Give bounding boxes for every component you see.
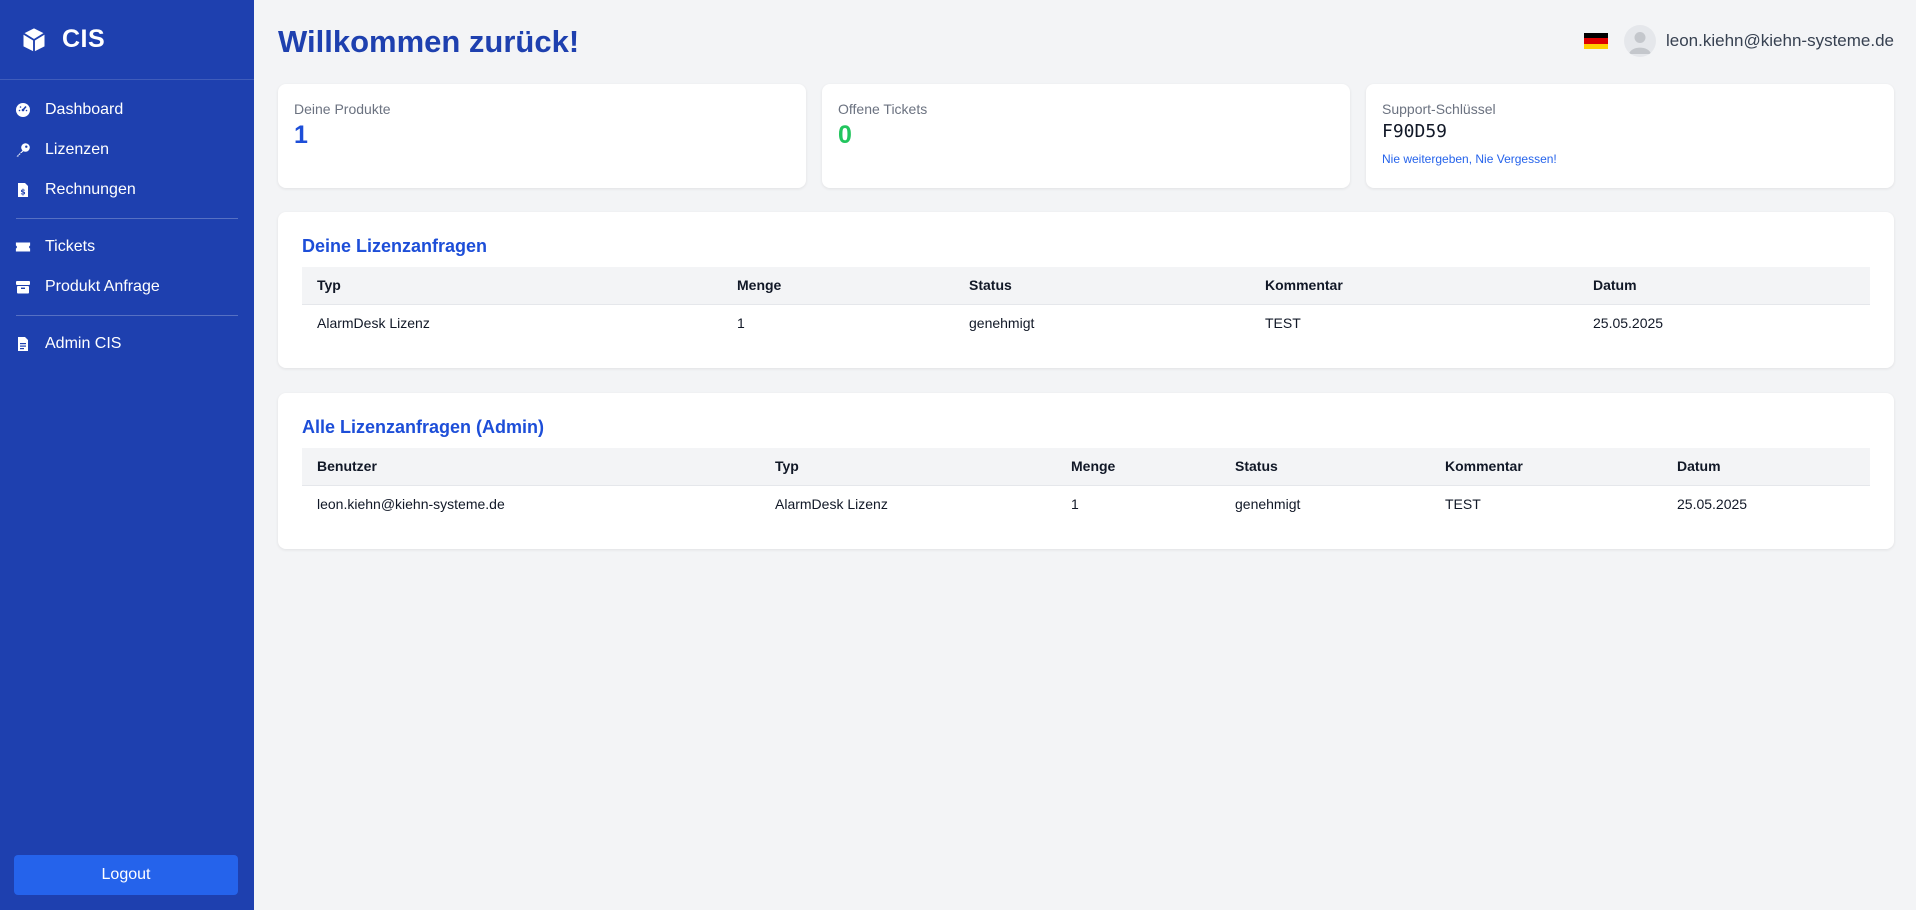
dashboard-gauge-icon — [14, 101, 32, 119]
table-cell: genehmigt — [1220, 484, 1430, 523]
stats-cards: Deine Produkte 1 Offene Tickets 0 Suppor… — [278, 84, 1894, 188]
support-key-note: Nie weitergeben, Nie Vergessen! — [1382, 152, 1557, 166]
stat-label: Deine Produkte — [294, 101, 391, 117]
sidebar-item-dashboard[interactable]: Dashboard — [0, 90, 254, 130]
stat-label: Offene Tickets — [838, 101, 928, 117]
sidebar-nav: Dashboard Lizenzen $ Rechnungen Tickets — [0, 80, 254, 364]
stat-value: 1 — [294, 121, 308, 149]
my-license-requests-panel: Deine Lizenzanfragen Typ Menge Status Ko… — [278, 212, 1894, 368]
column-header: Menge — [737, 277, 782, 294]
table-cell: genehmigt — [954, 303, 1250, 342]
sidebar-item-rechnungen[interactable]: $ Rechnungen — [0, 170, 254, 210]
sidebar-item-admin-cis[interactable]: Admin CIS — [0, 324, 254, 364]
column-header: Status — [969, 277, 1012, 294]
ticket-icon — [14, 238, 32, 256]
sidebar-item-label: Tickets — [45, 238, 96, 255]
panel-title: Alle Lizenzanfragen (Admin) — [302, 417, 545, 437]
box-icon — [14, 278, 32, 296]
sidebar-item-label: Admin CIS — [45, 335, 122, 352]
table-cell: 1 — [722, 303, 954, 342]
stat-card-support-key: Support-Schlüssel F90D59 Nie weitergeben… — [1366, 84, 1894, 188]
table-cell: 1 — [1056, 484, 1220, 523]
table-row: leon.kiehn@kiehn-systeme.de AlarmDesk Li… — [302, 484, 1870, 523]
sidebar-item-label: Lizenzen — [45, 141, 110, 158]
all-license-requests-panel: Alle Lizenzanfragen (Admin) Benutzer Typ… — [278, 393, 1894, 549]
sidebar-item-lizenzen[interactable]: Lizenzen — [0, 130, 254, 170]
stat-value: 0 — [838, 121, 852, 149]
table-cell: 25.05.2025 — [1578, 303, 1870, 342]
user-email[interactable]: leon.kiehn@kiehn-systeme.de — [1666, 31, 1894, 51]
table-cell: 25.05.2025 — [1662, 484, 1870, 523]
user-area: leon.kiehn@kiehn-systeme.de — [1584, 25, 1894, 57]
table-cell: TEST — [1250, 303, 1578, 342]
logout-button[interactable]: Logout — [14, 855, 238, 895]
brand[interactable]: CIS — [0, 0, 254, 80]
stat-card-products: Deine Produkte 1 — [278, 84, 806, 188]
invoice-icon: $ — [14, 181, 32, 199]
table-header-row: Benutzer Typ Menge Status Kommentar Datu… — [302, 448, 1870, 485]
table-header-row: Typ Menge Status Kommentar Datum — [302, 267, 1870, 304]
support-key-value: F90D59 — [1382, 121, 1448, 142]
german-flag-icon[interactable] — [1584, 33, 1608, 49]
svg-text:$: $ — [20, 187, 25, 196]
stat-card-tickets: Offene Tickets 0 — [822, 84, 1350, 188]
table-row: AlarmDesk Lizenz 1 genehmigt TEST 25.05.… — [302, 303, 1870, 342]
sidebar-item-label: Dashboard — [45, 101, 124, 118]
column-header: Benutzer — [317, 458, 377, 475]
table-cell: TEST — [1430, 484, 1662, 523]
column-header: Datum — [1677, 458, 1721, 475]
avatar[interactable] — [1624, 25, 1656, 57]
table-cell: AlarmDesk Lizenz — [760, 484, 1056, 523]
sidebar-divider — [16, 218, 238, 219]
sidebar-item-tickets[interactable]: Tickets — [0, 227, 254, 267]
all-requests-table: Benutzer Typ Menge Status Kommentar Datu… — [302, 448, 1870, 523]
my-requests-table: Typ Menge Status Kommentar Datum AlarmDe… — [302, 267, 1870, 342]
key-icon — [14, 141, 32, 159]
column-header: Datum — [1593, 277, 1637, 294]
table-cell: leon.kiehn@kiehn-systeme.de — [302, 484, 760, 523]
sidebar-item-produkt-anfrage[interactable]: Produkt Anfrage — [0, 267, 254, 307]
sidebar: CIS Dashboard Lizenzen $ Rechnungen Tick… — [0, 0, 254, 910]
column-header: Menge — [1071, 458, 1116, 475]
column-header: Typ — [317, 277, 341, 294]
column-header: Status — [1235, 458, 1278, 475]
cube-icon — [23, 27, 45, 52]
brand-name: CIS — [62, 25, 106, 53]
column-header: Kommentar — [1445, 458, 1523, 475]
column-header: Typ — [775, 458, 799, 475]
sidebar-item-label: Rechnungen — [45, 181, 136, 198]
table-cell: AlarmDesk Lizenz — [302, 303, 722, 342]
stat-label: Support-Schlüssel — [1382, 101, 1496, 117]
sidebar-divider — [16, 315, 238, 316]
document-icon — [14, 335, 32, 353]
page-title: Willkommen zurück! — [278, 24, 580, 59]
panel-title: Deine Lizenzanfragen — [302, 236, 488, 256]
user-icon — [1629, 32, 1651, 54]
column-header: Kommentar — [1265, 277, 1343, 294]
sidebar-item-label: Produkt Anfrage — [45, 278, 160, 295]
